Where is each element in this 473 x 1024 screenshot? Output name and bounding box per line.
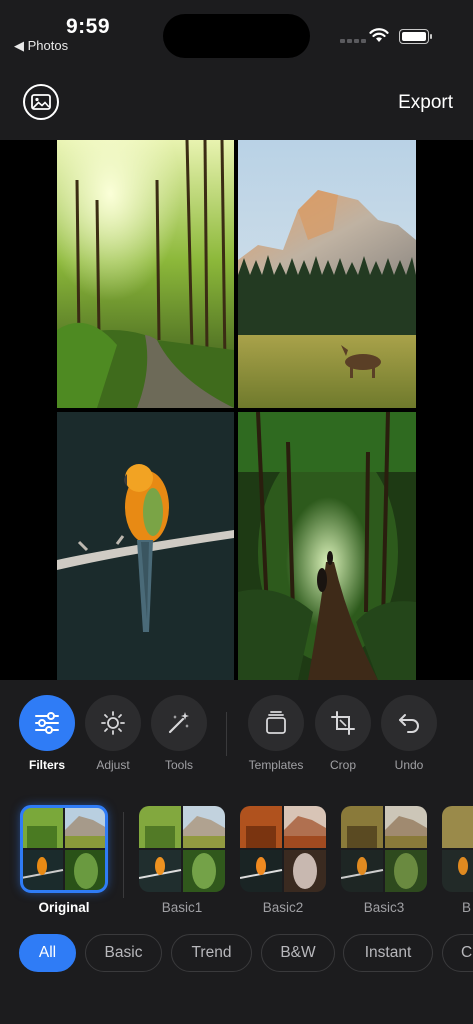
filter-label: Basic1 [161, 900, 203, 915]
collage-cell-forest-path[interactable] [57, 140, 234, 408]
dynamic-island [163, 14, 310, 58]
filters-tool-label: Filters [28, 758, 65, 772]
filter-basic2[interactable]: Basic2 [240, 806, 326, 915]
undo-tool-label: Undo [394, 758, 424, 772]
undo-icon [399, 714, 419, 733]
status-time: 9:59 [66, 15, 111, 38]
crop-tool-button[interactable]: Crop [313, 695, 373, 772]
photo-library-button[interactable] [23, 84, 59, 120]
export-button[interactable]: Export [398, 92, 453, 114]
filter-thumbnail [139, 806, 225, 892]
filter-thumbnail [442, 806, 473, 892]
tools-tool-button[interactable]: Tools [149, 695, 209, 772]
templates-icon [266, 711, 286, 734]
filter-basic1[interactable]: Basic1 [139, 806, 225, 915]
filter-category-chips: All Basic Trend B&W Instant C [0, 920, 473, 1024]
category-chip-all[interactable]: All [19, 934, 76, 972]
filter-strip: Original Basic1 Basic2 Basic3 B [0, 790, 473, 920]
magic-wand-icon [168, 712, 189, 734]
adjust-tool-label: Adjust [96, 758, 130, 772]
filter-label: Basic2 [262, 900, 304, 915]
filter-basic3[interactable]: Basic3 [341, 806, 427, 915]
filter-original[interactable]: Original [20, 805, 108, 915]
crop-icon [331, 711, 355, 735]
filter-divider [123, 812, 124, 898]
collage-cell-mountain-deer[interactable] [238, 140, 416, 408]
collage-cell-parrot[interactable] [57, 412, 234, 680]
filter-thumbnail [240, 806, 326, 892]
editor-header: Export [0, 64, 473, 140]
category-chip-basic[interactable]: Basic [85, 934, 162, 972]
cellular-signal-icon [340, 39, 366, 43]
category-chip-trend[interactable]: Trend [171, 934, 252, 972]
battery-icon [399, 29, 432, 44]
toolbar-divider [226, 712, 227, 756]
filter-label: B [462, 900, 472, 915]
collage-cell-green-tunnel[interactable] [238, 412, 416, 680]
filter-thumbnail [20, 805, 108, 893]
templates-tool-label: Templates [248, 758, 304, 772]
category-chip-bw[interactable]: B&W [261, 934, 335, 972]
templates-tool-button[interactable]: Templates [246, 695, 306, 772]
sliders-icon [35, 712, 59, 734]
photo-collage [57, 140, 416, 680]
wifi-icon [369, 28, 389, 48]
filter-label: Basic3 [363, 900, 405, 915]
crop-tool-label: Crop [329, 758, 356, 772]
filter-label: Original [38, 900, 90, 915]
filter-thumbnail [341, 806, 427, 892]
tools-tool-label: Tools [164, 758, 193, 772]
undo-tool-button[interactable]: Undo [379, 695, 439, 772]
canvas-area [0, 140, 473, 680]
filters-tool-button[interactable]: Filters [17, 695, 77, 772]
adjust-tool-button[interactable]: Adjust [83, 695, 143, 772]
category-chip-partial[interactable]: C [442, 934, 473, 972]
back-to-photos-link[interactable]: ◀ Photos [14, 38, 68, 54]
category-chip-instant[interactable]: Instant [343, 934, 433, 972]
edit-toolbar: Filters Adjust Tools Templates Crop Undo [0, 680, 473, 790]
status-bar: 9:59 ◀ Photos [0, 0, 473, 64]
image-icon [31, 94, 51, 110]
brightness-icon [101, 711, 125, 735]
filter-b-partial[interactable]: B [442, 806, 473, 915]
